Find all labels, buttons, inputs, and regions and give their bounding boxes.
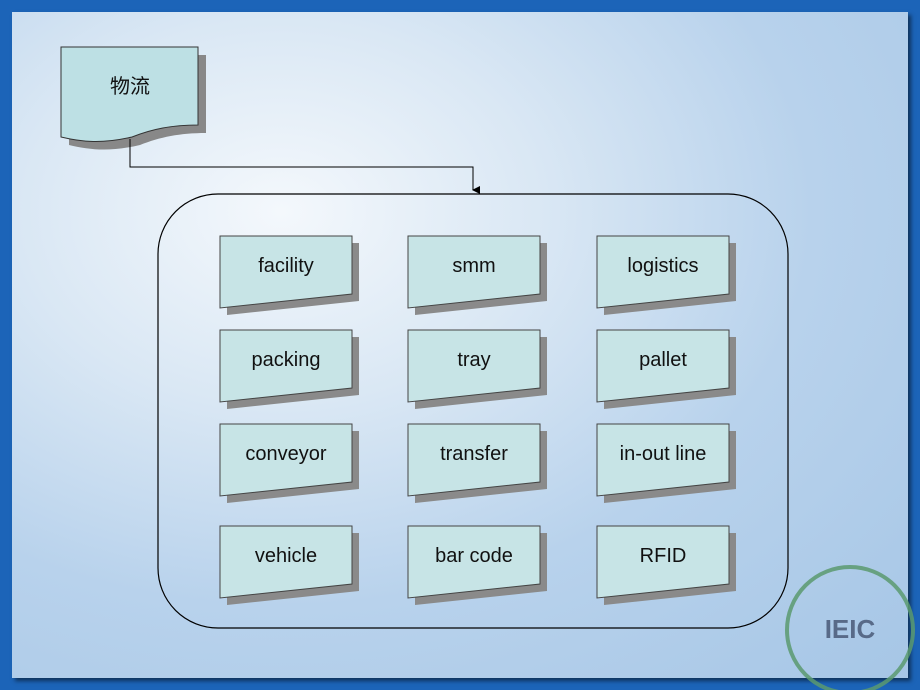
item-label: in-out line (619, 443, 707, 465)
item-label: facility (258, 255, 314, 277)
title-label: 物流 (110, 74, 150, 98)
item-label: RFID (639, 545, 687, 567)
connector-arrow (129, 139, 480, 194)
item-label: transfer (440, 443, 508, 465)
item-label: vehicle (254, 545, 318, 567)
item-label: smm (452, 255, 496, 277)
svg-text:IEIC: IEIC (825, 614, 876, 644)
ieic-logo: IEIC (785, 565, 915, 690)
item-label: conveyor (245, 443, 327, 465)
item-label: bar code (435, 545, 513, 567)
item-label: packing (251, 349, 321, 371)
item-label: tray (457, 349, 491, 371)
item-label: logistics (627, 255, 699, 277)
diagram: IEIC (60, 46, 915, 690)
item-label: pallet (639, 349, 687, 371)
